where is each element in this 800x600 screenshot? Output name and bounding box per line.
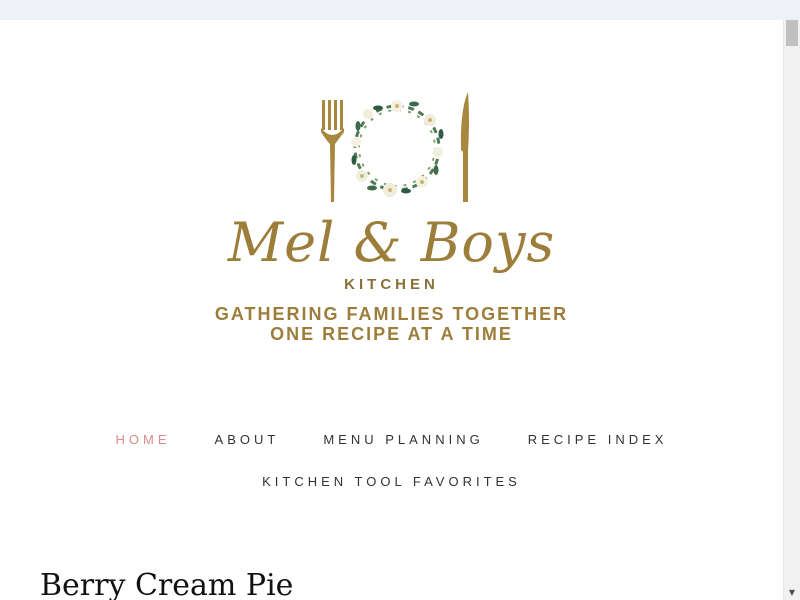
tagline-line-2: ONE RECIPE AT A TIME bbox=[270, 324, 513, 344]
browser-top-bar bbox=[0, 0, 800, 20]
nav-item-kitchen-tool-favorites[interactable]: KITCHEN TOOL FAVORITES bbox=[240, 474, 543, 489]
vertical-scrollbar[interactable]: ▲ ▼ bbox=[783, 20, 800, 600]
nav-item-home[interactable]: HOME bbox=[94, 432, 193, 447]
knife-icon bbox=[460, 92, 469, 202]
logo-subtitle: KITCHEN bbox=[344, 276, 439, 293]
floral-wreath-icon bbox=[351, 100, 444, 197]
nav-item-menu-planning[interactable]: MENU PLANNING bbox=[301, 432, 505, 447]
page-content: Mel & Boys KITCHEN GATHERING FAMILIES TO… bbox=[0, 20, 783, 600]
site-logo[interactable]: Mel & Boys KITCHEN GATHERING FAMILIES TO… bbox=[0, 90, 783, 350]
scroll-down-arrow-icon[interactable]: ▼ bbox=[784, 584, 800, 600]
nav-row-2: KITCHEN TOOL FAVORITES bbox=[0, 460, 783, 502]
tagline-line-1: GATHERING FAMILIES TOGETHER bbox=[214, 304, 569, 324]
nav-row-1: HOME ABOUT MENU PLANNING RECIPE INDEX bbox=[0, 418, 783, 460]
logo-artwork bbox=[321, 92, 469, 202]
post-title[interactable]: Berry Cream Pie bbox=[40, 568, 293, 600]
scrollbar-thumb[interactable] bbox=[786, 20, 798, 46]
main-navigation: HOME ABOUT MENU PLANNING RECIPE INDEX KI… bbox=[0, 418, 783, 502]
site-tagline: GATHERING FAMILIES TOGETHER ONE RECIPE A… bbox=[0, 304, 783, 344]
nav-item-recipe-index[interactable]: RECIPE INDEX bbox=[506, 432, 690, 447]
nav-item-about[interactable]: ABOUT bbox=[193, 432, 302, 447]
logo-name: Mel & Boys bbox=[227, 211, 556, 274]
fork-icon bbox=[321, 100, 344, 202]
